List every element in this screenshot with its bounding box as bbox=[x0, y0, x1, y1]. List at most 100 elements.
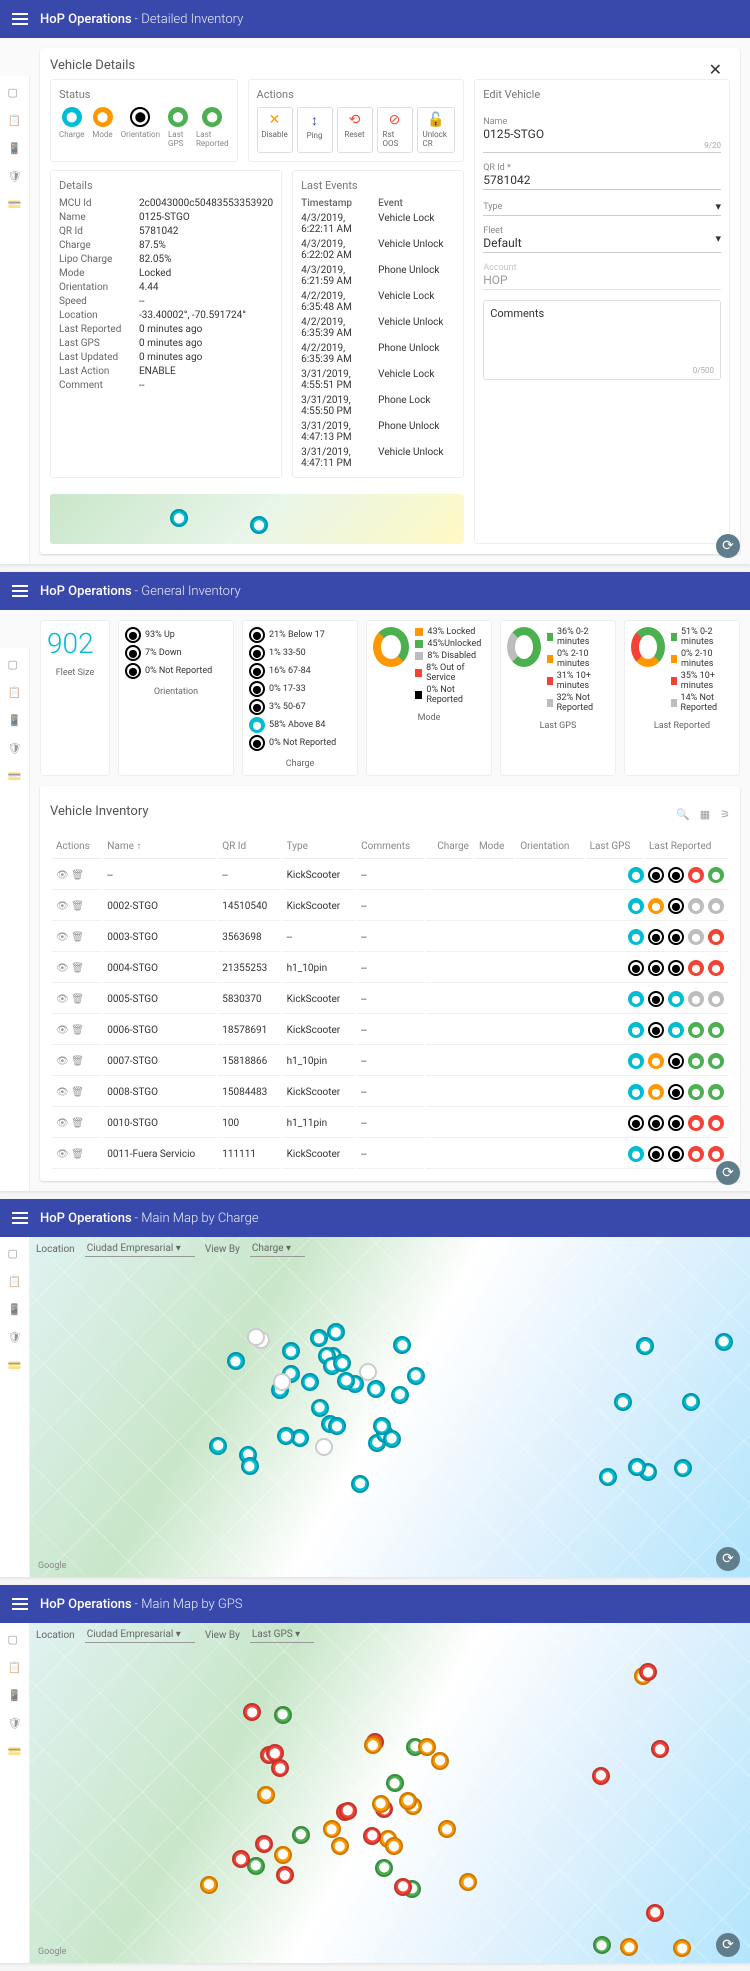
action-disable[interactable]: ✕Disable bbox=[257, 107, 293, 153]
map-pin[interactable]: ⬤ bbox=[399, 1792, 417, 1810]
sidebar-shield-icon[interactable]: 🛡 bbox=[8, 1331, 22, 1345]
sidebar-clipboard-icon[interactable]: 📋 bbox=[8, 114, 22, 128]
action-unlock cr[interactable]: 🔓Unlock CR bbox=[417, 107, 456, 153]
map-pin[interactable]: ⬤ bbox=[310, 1329, 328, 1347]
map-pin[interactable]: ⬤ bbox=[232, 1850, 250, 1868]
table-row[interactable]: 👁 🗑 0003-STGO3563698---- ⬤⬤⬤⬤⬤ bbox=[52, 923, 728, 952]
table-row[interactable]: 👁 🗑 0002-STGO14510540KickScooter-- ⬤⬤⬤⬤⬤ bbox=[52, 892, 728, 921]
sidebar-map-icon[interactable]: ▢ bbox=[8, 658, 22, 672]
sidebar-mobile-icon[interactable]: 📱 bbox=[8, 1689, 22, 1703]
map-pin[interactable]: ⬤ bbox=[364, 1736, 382, 1754]
menu-icon[interactable] bbox=[12, 13, 28, 25]
table-row[interactable]: 👁 🗑 0006-STGO18578691KickScooter-- ⬤⬤⬤⬤⬤ bbox=[52, 1016, 728, 1045]
map-pin[interactable]: ⬤ bbox=[385, 1837, 403, 1855]
minimap[interactable]: ⬤ ⬤ bbox=[50, 494, 464, 544]
table-row[interactable]: 👁 🗑 0008-STGO15084483KickScooter-- ⬤⬤⬤⬤⬤ bbox=[52, 1078, 728, 1107]
refresh-fab[interactable]: ⟳ bbox=[716, 1933, 740, 1957]
map-pin[interactable]: ⬤ bbox=[372, 1795, 390, 1813]
location-select[interactable]: Ciudad Empresarial ▾ bbox=[85, 1627, 195, 1643]
map-pin[interactable]: ⬤ bbox=[363, 1827, 381, 1845]
refresh-fab[interactable]: ⟳ bbox=[716, 1161, 740, 1185]
map-pin[interactable]: ⬤ bbox=[241, 1457, 259, 1475]
map-pin[interactable]: ⬤ bbox=[292, 1826, 310, 1844]
view-icon[interactable]: 👁 bbox=[56, 963, 69, 974]
menu-icon[interactable] bbox=[12, 1212, 28, 1224]
view-icon[interactable]: 👁 bbox=[56, 994, 69, 1005]
sidebar-mobile-icon[interactable]: 📱 bbox=[8, 714, 22, 728]
map-pin[interactable]: ⬤ bbox=[274, 1706, 292, 1724]
close-icon[interactable]: ✕ bbox=[709, 60, 722, 79]
viewby-select[interactable]: Last GPS ▾ bbox=[250, 1627, 314, 1643]
view-icon[interactable]: 👁 bbox=[56, 870, 69, 881]
refresh-fab[interactable]: ⟳ bbox=[716, 534, 740, 558]
sidebar-map-icon[interactable]: ▢ bbox=[8, 86, 22, 100]
delete-icon[interactable]: 🗑 bbox=[71, 932, 84, 943]
table-row[interactable]: 👁 🗑 0007-STGO15818866h1_10pin-- ⬤⬤⬤⬤⬤ bbox=[52, 1047, 728, 1076]
view-icon[interactable]: 👁 bbox=[56, 1056, 69, 1067]
view-icon[interactable]: 👁 bbox=[56, 1025, 69, 1036]
map-pin[interactable]: ⬤ bbox=[394, 1878, 412, 1896]
search-icon[interactable]: 🔍 bbox=[676, 808, 690, 821]
sidebar-shield-icon[interactable]: 🛡 bbox=[8, 170, 22, 184]
map-pin[interactable]: ⬤ bbox=[227, 1352, 245, 1370]
sidebar-clipboard-icon[interactable]: 📋 bbox=[8, 686, 22, 700]
view-icon[interactable]: 👁 bbox=[56, 1118, 69, 1129]
sidebar-mobile-icon[interactable]: 📱 bbox=[8, 142, 22, 156]
map-pin[interactable]: ⬤ bbox=[351, 1475, 369, 1493]
sidebar-card-icon[interactable]: 💳 bbox=[8, 770, 22, 784]
delete-icon[interactable]: 🗑 bbox=[71, 901, 84, 912]
map-pin[interactable]: ⬤ bbox=[273, 1373, 291, 1391]
sidebar-shield-icon[interactable]: 🛡 bbox=[8, 1717, 22, 1731]
delete-icon[interactable]: 🗑 bbox=[71, 1118, 84, 1129]
sidebar-map-icon[interactable]: ▢ bbox=[8, 1633, 22, 1647]
sidebar-card-icon[interactable]: 💳 bbox=[8, 198, 22, 212]
map-pin[interactable]: ⬤ bbox=[682, 1393, 700, 1411]
sidebar-clipboard-icon[interactable]: 📋 bbox=[8, 1275, 22, 1289]
sidebar-clipboard-icon[interactable]: 📋 bbox=[8, 1661, 22, 1675]
view-icon[interactable]: 👁 bbox=[56, 1087, 69, 1098]
map-pin[interactable]: ⬤ bbox=[339, 1802, 357, 1820]
table-row[interactable]: 👁 🗑 ----KickScooter-- ⬤⬤⬤⬤⬤ bbox=[52, 861, 728, 890]
map-pin[interactable]: ⬤ bbox=[311, 1399, 329, 1417]
table-row[interactable]: 👁 🗑 0011-Fuera Servicio111111KickScooter… bbox=[52, 1140, 728, 1169]
qr-field[interactable]: QR Id * 5781042 bbox=[483, 163, 721, 190]
refresh-fab[interactable]: ⟳ bbox=[716, 1547, 740, 1571]
map-pin[interactable]: ⬤ bbox=[282, 1342, 300, 1360]
action-ping[interactable]: ↕Ping bbox=[297, 107, 333, 153]
delete-icon[interactable]: 🗑 bbox=[71, 994, 84, 1005]
viewby-select[interactable]: Charge ▾ bbox=[250, 1241, 305, 1257]
map-pin[interactable]: ⬤ bbox=[327, 1323, 345, 1341]
map-pin[interactable]: ⬤ bbox=[593, 1936, 611, 1954]
sidebar-mobile-icon[interactable]: 📱 bbox=[8, 1303, 22, 1317]
map-pin[interactable]: ⬤ bbox=[646, 1904, 664, 1922]
table-row[interactable]: 👁 🗑 0004-STGO21355253h1_10pin-- ⬤⬤⬤⬤⬤ bbox=[52, 954, 728, 983]
map-pin[interactable]: ⬤ bbox=[301, 1373, 319, 1391]
map-pin[interactable]: ⬤ bbox=[331, 1837, 349, 1855]
map-pin[interactable]: ⬤ bbox=[674, 1459, 692, 1477]
menu-icon[interactable] bbox=[12, 585, 28, 597]
map-pin[interactable]: ⬤ bbox=[257, 1786, 275, 1804]
sidebar-shield-icon[interactable]: 🛡 bbox=[8, 742, 22, 756]
delete-icon[interactable]: 🗑 bbox=[71, 1025, 84, 1036]
map-pin[interactable]: ⬤ bbox=[247, 1328, 265, 1346]
map-pin[interactable]: ⬤ bbox=[200, 1876, 218, 1894]
map-pin[interactable]: ⬤ bbox=[391, 1386, 409, 1404]
map-charge[interactable]: Location Ciudad Empresarial ▾ View By Ch… bbox=[30, 1237, 750, 1577]
map-gps[interactable]: Location Ciudad Empresarial ▾ View By La… bbox=[30, 1623, 750, 1963]
delete-icon[interactable]: 🗑 bbox=[71, 963, 84, 974]
columns-icon[interactable]: ▦ bbox=[700, 808, 710, 821]
fleet-select[interactable]: Fleet Default▾ bbox=[483, 226, 721, 253]
view-icon[interactable]: 👁 bbox=[56, 1149, 69, 1160]
type-select[interactable]: Type▾ bbox=[483, 200, 721, 216]
map-pin[interactable]: ⬤ bbox=[599, 1468, 617, 1486]
map-pin[interactable]: ⬤ bbox=[209, 1437, 227, 1455]
menu-icon[interactable] bbox=[12, 1598, 28, 1610]
map-pin[interactable]: ⬤ bbox=[337, 1372, 355, 1390]
delete-icon[interactable]: 🗑 bbox=[71, 1087, 84, 1098]
map-pin[interactable]: ⬤ bbox=[407, 1367, 425, 1385]
table-row[interactable]: 👁 🗑 0010-STGO100h1_11pin-- ⬤⬤⬤⬤⬤ bbox=[52, 1109, 728, 1138]
map-pin[interactable]: ⬤ bbox=[373, 1417, 391, 1435]
delete-icon[interactable]: 🗑 bbox=[71, 1149, 84, 1160]
map-pin[interactable]: ⬤ bbox=[274, 1846, 292, 1864]
sidebar-card-icon[interactable]: 💳 bbox=[8, 1745, 22, 1759]
